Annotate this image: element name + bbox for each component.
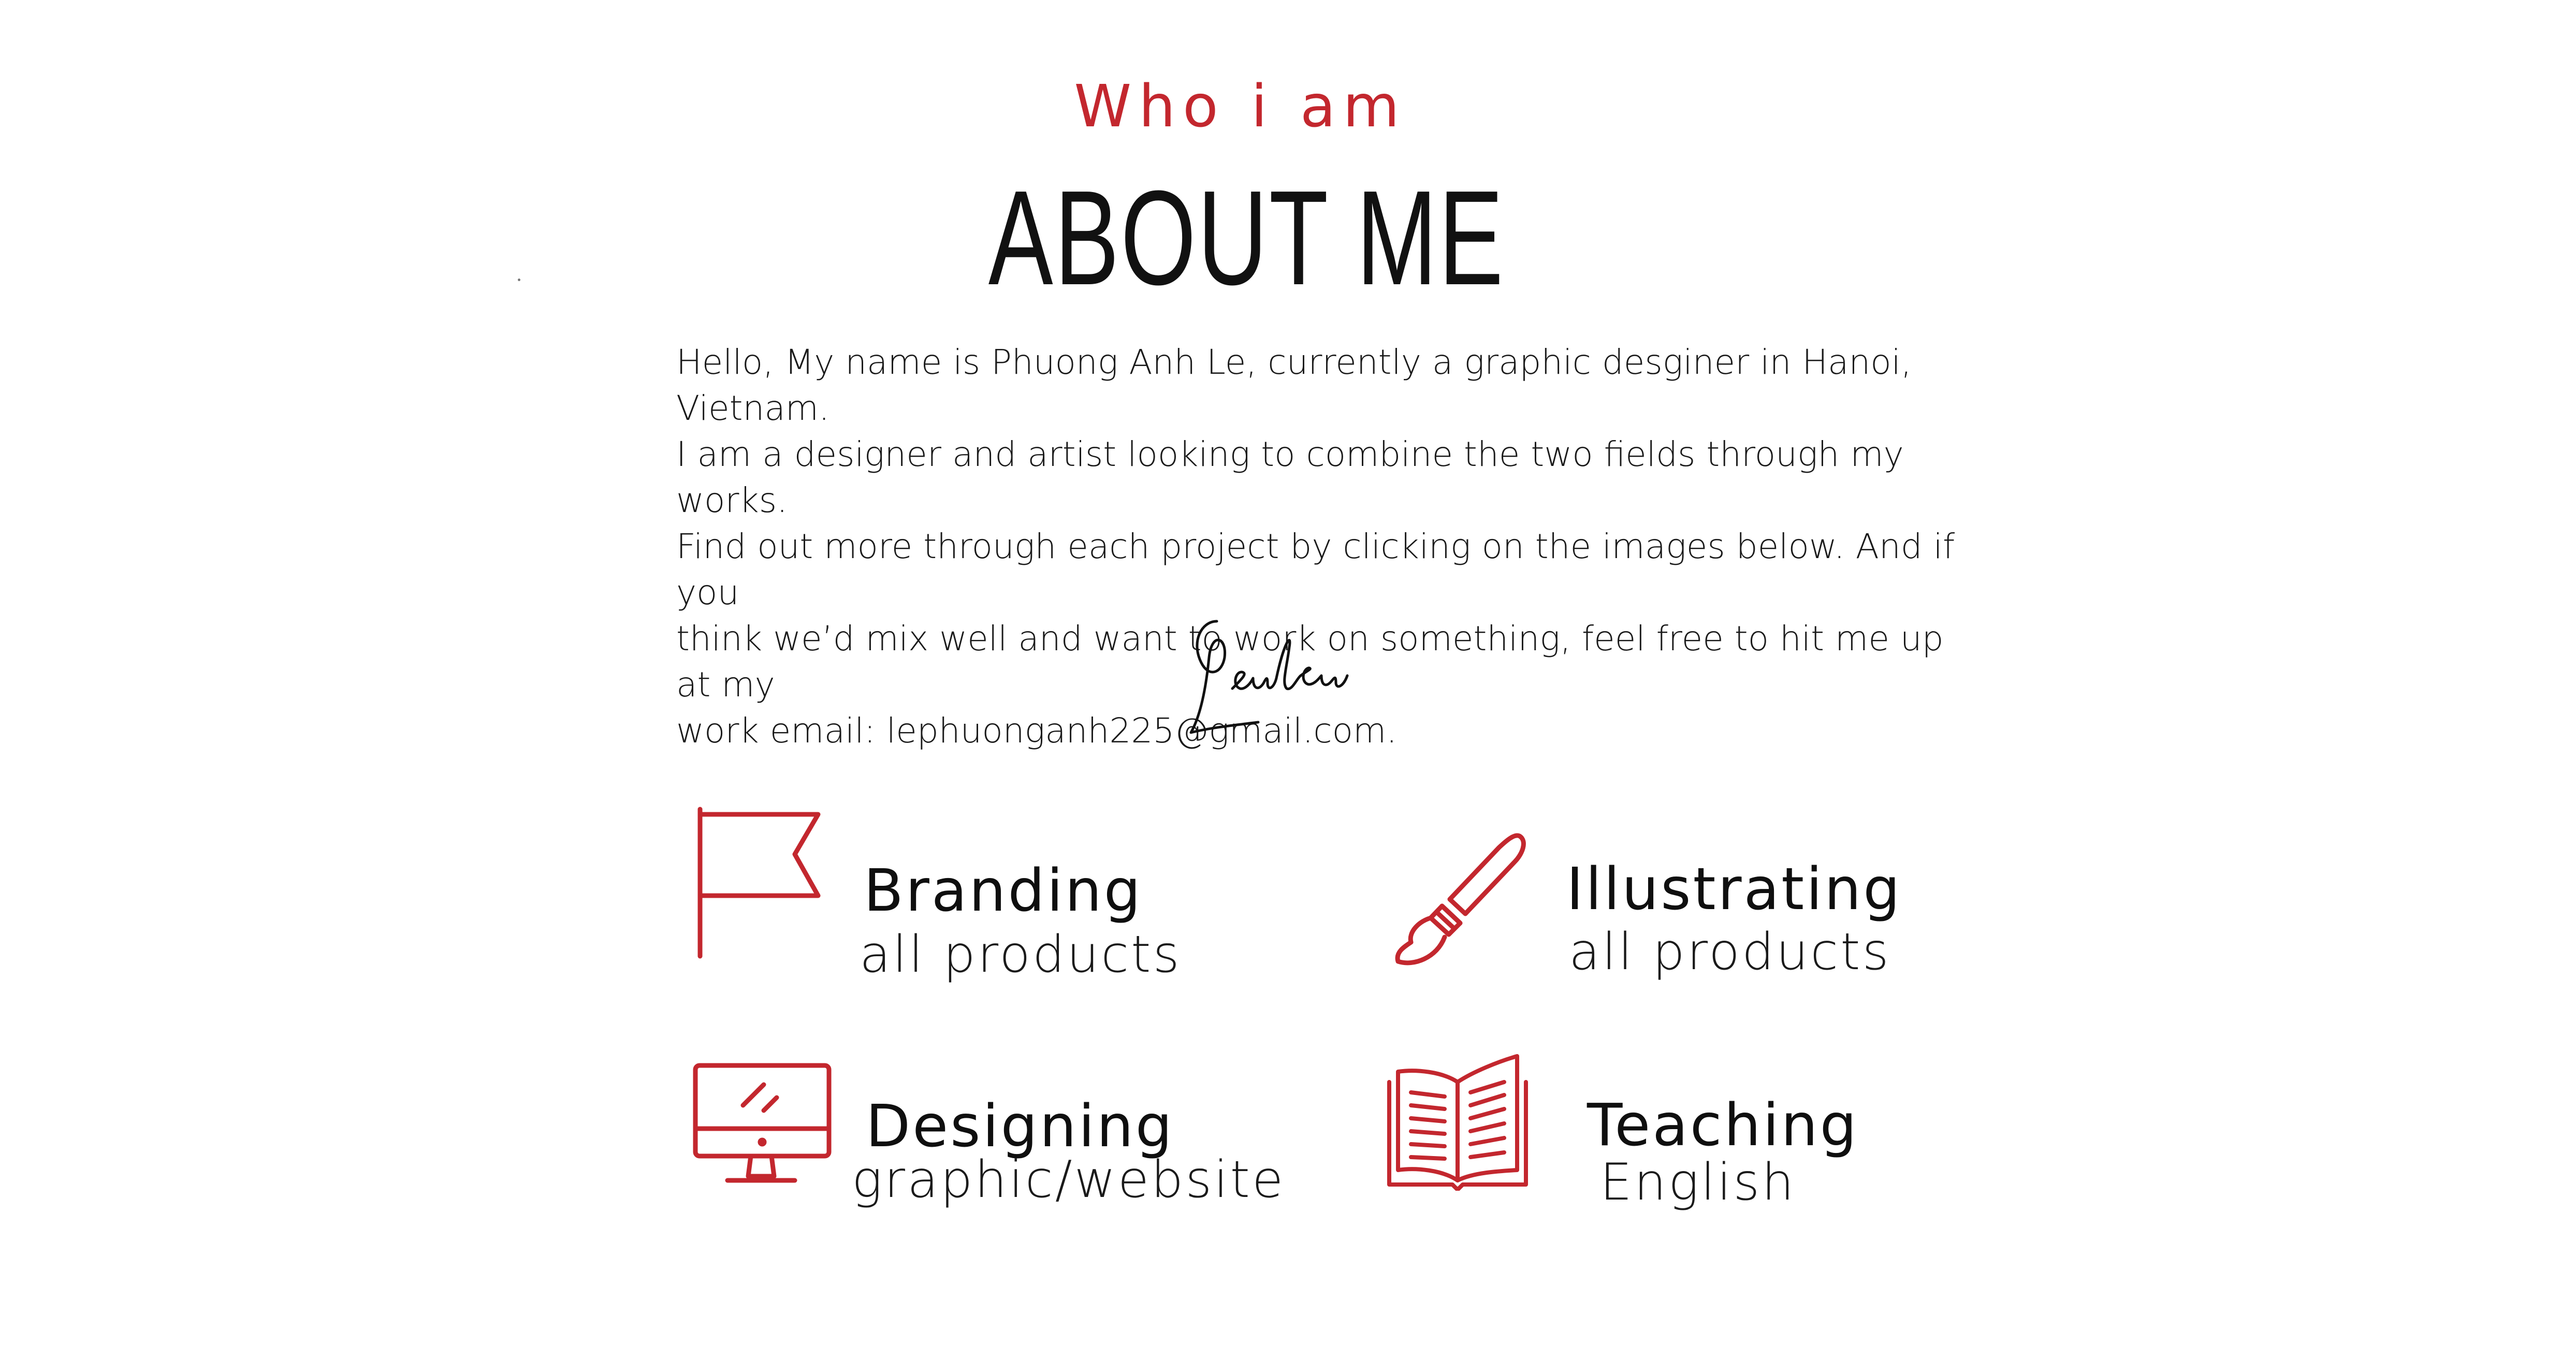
service-subtitle-teaching: English (1600, 1153, 1796, 1212)
service-title-branding: Branding (864, 857, 1143, 925)
bio-line: I am a designer and artist looking to co… (676, 434, 1904, 520)
bio-line: Find out more through each project by cl… (676, 527, 1955, 612)
bio-line: Hello, My name is Phuong Anh Le, current… (676, 342, 1912, 428)
service-title-teaching: Teaching (1587, 1092, 1859, 1159)
service-subtitle-branding: all products (860, 925, 1182, 984)
service-subtitle-illustrating: all products (1569, 923, 1891, 982)
flag-icon (697, 807, 821, 959)
open-book-icon (1387, 1054, 1528, 1191)
page-title: ABOUT ME (988, 163, 1505, 313)
section-subtitle: Who i am (1074, 73, 1407, 140)
paintbrush-icon (1395, 833, 1526, 966)
stray-dot (518, 279, 520, 281)
service-title-designing: Designing (866, 1093, 1174, 1160)
service-title-illustrating: Illustrating (1566, 856, 1902, 923)
signature (1189, 620, 1349, 734)
service-subtitle-designing: graphic/website (852, 1150, 1286, 1209)
monitor-icon (693, 1063, 832, 1183)
